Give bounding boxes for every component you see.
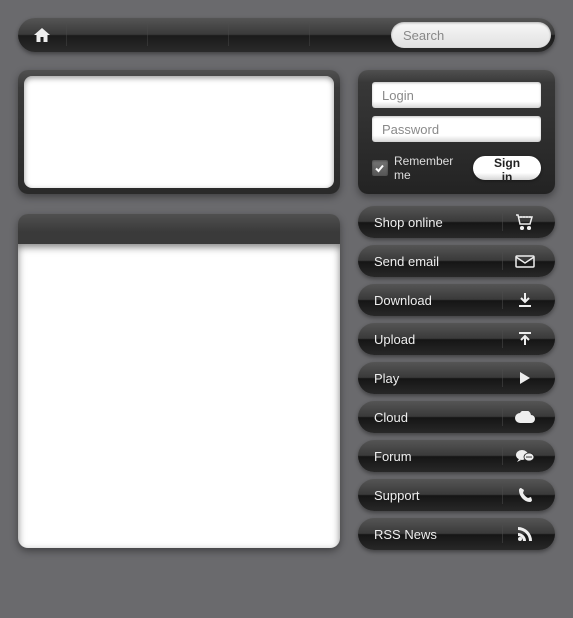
action-divider	[502, 447, 503, 465]
action-cart-button[interactable]: Shop online	[358, 206, 555, 238]
top-navbar	[18, 18, 555, 52]
action-label: RSS News	[374, 527, 502, 542]
nav-slot[interactable]	[67, 18, 147, 52]
action-button-list: Shop online Send email Download Upload Play C…	[358, 206, 555, 550]
action-chat-button[interactable]: Forum	[358, 440, 555, 472]
search-input[interactable]	[403, 28, 573, 43]
action-divider	[502, 330, 503, 348]
remember-me-checkbox[interactable]: Remember me	[372, 154, 473, 182]
upload-icon	[511, 331, 539, 347]
content-panel-large	[18, 214, 340, 548]
download-icon	[511, 292, 539, 308]
action-divider	[502, 486, 503, 504]
content-area	[18, 244, 340, 548]
action-upload-button[interactable]: Upload	[358, 323, 555, 355]
nav-slot[interactable]	[229, 18, 309, 52]
action-label: Download	[374, 293, 502, 308]
action-play-button[interactable]: Play	[358, 362, 555, 394]
rss-icon	[511, 526, 539, 542]
search-box	[391, 22, 551, 48]
nav-slot[interactable]	[148, 18, 228, 52]
login-field[interactable]	[372, 82, 541, 108]
action-divider	[502, 213, 503, 231]
content-area	[24, 76, 334, 188]
action-label: Play	[374, 371, 502, 386]
checkbox-box	[372, 160, 388, 176]
cart-icon	[511, 214, 539, 230]
chat-icon	[511, 448, 539, 464]
action-phone-button[interactable]: Support	[358, 479, 555, 511]
action-label: Upload	[374, 332, 502, 347]
action-rss-button[interactable]: RSS News	[358, 518, 555, 550]
action-divider	[502, 408, 503, 426]
action-divider	[502, 369, 503, 387]
action-envelope-button[interactable]: Send email	[358, 245, 555, 277]
action-label: Forum	[374, 449, 502, 464]
password-field[interactable]	[372, 116, 541, 142]
envelope-icon	[511, 255, 539, 268]
action-label: Shop online	[374, 215, 502, 230]
content-panel-small	[18, 70, 340, 194]
action-label: Support	[374, 488, 502, 503]
action-divider	[502, 525, 503, 543]
action-divider	[502, 252, 503, 270]
action-cloud-button[interactable]: Cloud	[358, 401, 555, 433]
home-button[interactable]	[18, 18, 66, 52]
action-divider	[502, 291, 503, 309]
action-label: Send email	[374, 254, 502, 269]
signin-button[interactable]: Sign in	[473, 156, 541, 180]
play-icon	[511, 371, 539, 385]
remember-me-label: Remember me	[394, 154, 473, 182]
action-download-button[interactable]: Download	[358, 284, 555, 316]
nav-divider	[309, 24, 310, 46]
login-panel: Remember me Sign in	[358, 70, 555, 194]
action-label: Cloud	[374, 410, 502, 425]
home-icon	[34, 28, 50, 42]
check-icon	[374, 163, 385, 174]
cloud-icon	[511, 411, 539, 424]
phone-icon	[511, 487, 539, 503]
nav-left	[18, 18, 310, 52]
